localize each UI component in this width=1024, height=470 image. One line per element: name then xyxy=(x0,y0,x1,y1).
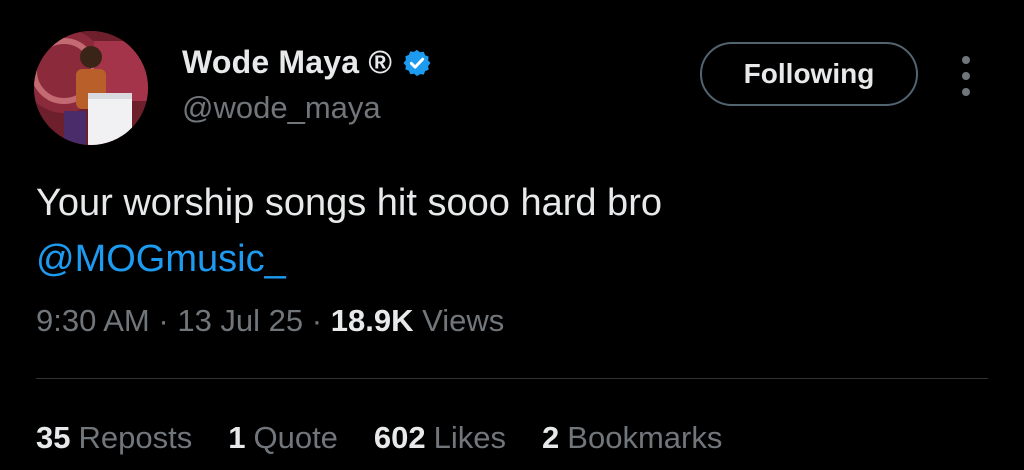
more-vertical-icon[interactable] xyxy=(952,56,980,96)
bookmarks-label: Bookmarks xyxy=(567,420,723,455)
meta-separator: · xyxy=(311,303,323,338)
author-handle[interactable]: @wode_maya xyxy=(182,90,381,126)
divider xyxy=(36,378,988,379)
quotes-label: Quote xyxy=(253,420,338,455)
likes-count: 602 xyxy=(373,420,426,455)
tweet-text: Your worship songs hit sooo hard bro @MO… xyxy=(36,175,986,287)
mention-link[interactable]: @MOGmusic_ xyxy=(36,231,286,287)
more-dot xyxy=(962,56,970,64)
meta-separator: · xyxy=(158,303,169,338)
more-dot xyxy=(962,72,970,80)
bookmarks-stat[interactable]: 2 Bookmarks xyxy=(542,420,722,456)
reposts-stat[interactable]: 35 Reposts xyxy=(36,420,192,456)
author-name-row: Wode Maya ® xyxy=(182,44,432,81)
author-display-name[interactable]: Wode Maya ® xyxy=(182,44,392,81)
following-button[interactable]: Following xyxy=(700,42,918,106)
likes-stat[interactable]: 602 Likes xyxy=(374,420,506,456)
likes-label: Likes xyxy=(433,420,507,455)
tweet-date[interactable]: 13 Jul 25 xyxy=(177,303,303,338)
avatar-image xyxy=(34,31,148,145)
tweet-body: Your worship songs hit sooo hard bro xyxy=(36,182,662,224)
views-label: Views xyxy=(422,303,505,338)
views-count: 18.9K xyxy=(330,303,414,338)
reposts-count: 35 xyxy=(36,420,71,455)
more-dot xyxy=(962,88,970,96)
bookmarks-count: 2 xyxy=(542,420,560,455)
tweet-time[interactable]: 9:30 AM xyxy=(36,303,150,338)
verified-badge-icon xyxy=(403,49,431,76)
quotes-count: 1 xyxy=(228,420,246,455)
engagement-stats: 35 Reposts 1 Quote 602 Likes 2 Bookmarks xyxy=(36,420,722,456)
tweet-meta: 9:30 AM · 13 Jul 25 · 18.9K Views xyxy=(36,303,504,339)
avatar[interactable] xyxy=(34,31,148,145)
quotes-stat[interactable]: 1 Quote xyxy=(228,420,338,456)
reposts-label: Reposts xyxy=(78,420,193,455)
